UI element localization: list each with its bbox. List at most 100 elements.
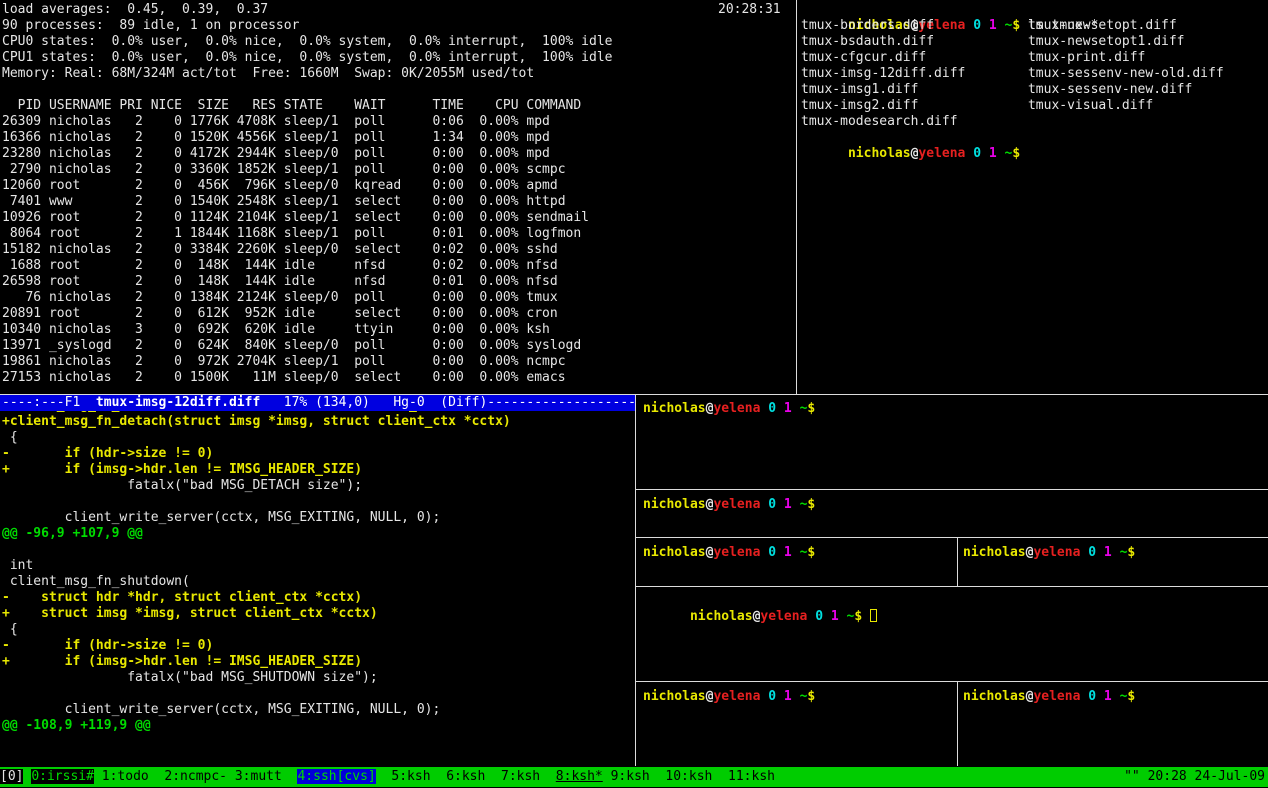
process-row: 10926 root 2 0 1124K 2104K sleep/1 selec… bbox=[2, 210, 589, 226]
prompt-segment: 0 bbox=[768, 545, 776, 560]
process-row: 20891 root 2 0 612K 952K idle select 0:0… bbox=[2, 306, 589, 322]
prompt-segment bbox=[1112, 689, 1120, 704]
status-segment bbox=[376, 769, 392, 784]
status-segment bbox=[603, 769, 611, 784]
process-row: 15182 nicholas 2 0 3384K 2260K sleep/0 s… bbox=[2, 242, 589, 258]
pane-shell-e-active[interactable]: nicholas@yelena 0 1 ~$ bbox=[636, 587, 1268, 681]
prompt-segment: yelena bbox=[760, 609, 807, 624]
status-segment bbox=[650, 769, 666, 784]
diff-line: @@ -108,9 +119,9 @@ bbox=[2, 718, 511, 734]
shell-prompt: nicholas@yelena 0 1 ~$ bbox=[643, 545, 815, 561]
diff-line: +client_msg_fn_detach(struct imsg *imsg,… bbox=[2, 414, 511, 430]
window-item-8-ksh-current[interactable]: 8:ksh* bbox=[556, 769, 603, 784]
ls-output-line: tmux-modesearch.diff bbox=[801, 114, 1224, 130]
emacs-modeline: ----:---F1 tmux-imsg-12diff.diff 17% (13… bbox=[0, 395, 635, 411]
status-segment bbox=[431, 769, 447, 784]
prompt-segment bbox=[776, 401, 784, 416]
window-item-10-ksh[interactable]: 10:ksh bbox=[665, 769, 712, 784]
pane-shell-c[interactable]: nicholas@yelena 0 1 ~$ bbox=[636, 538, 957, 586]
window-item-1-todo[interactable]: 1:todo bbox=[102, 769, 149, 784]
window-list: [0] 0:irssi# 1:todo 2:ncmpc- 3:mutt 4:ss… bbox=[0, 767, 775, 787]
diff-line: client_msg_fn_shutdown( bbox=[2, 574, 511, 590]
pane-shell-g[interactable]: nicholas@yelena 0 1 ~$ bbox=[958, 682, 1268, 766]
process-row: 26309 nicholas 2 0 1776K 4708K sleep/1 p… bbox=[2, 114, 589, 130]
prompt-segment bbox=[823, 609, 831, 624]
prompt-segment bbox=[1096, 689, 1104, 704]
prompt-segment: yelena bbox=[918, 146, 965, 161]
process-row: 12060 root 2 0 456K 796K sleep/0 kqread … bbox=[2, 178, 589, 194]
terminal-cursor bbox=[870, 609, 877, 622]
prompt-segment: nicholas bbox=[643, 545, 706, 560]
shell-prompt: nicholas@yelena 0 1 ~$ bbox=[848, 146, 1020, 161]
process-row: 8064 root 2 1 1844K 1168K sleep/1 poll 0… bbox=[2, 226, 589, 242]
process-table-header: PID USERNAME PRI NICE SIZE RES STATE WAI… bbox=[2, 98, 581, 114]
shell-prompt: nicholas@yelena 0 1 ~$ bbox=[963, 689, 1135, 705]
window-item-7-ksh[interactable]: 7:ksh bbox=[501, 769, 540, 784]
prompt-segment: $ bbox=[807, 545, 815, 560]
prompt-segment: $ bbox=[1127, 689, 1135, 704]
window-item-9-ksh[interactable]: 9:ksh bbox=[611, 769, 650, 784]
prompt-segment bbox=[792, 689, 800, 704]
prompt-segment: 1 bbox=[784, 545, 792, 560]
prompt-segment: $ bbox=[854, 609, 862, 624]
prompt-segment: $ bbox=[807, 497, 815, 512]
window-item-0-irssi[interactable]: 0:irssi# bbox=[31, 769, 94, 784]
prompt-segment: 0 bbox=[768, 689, 776, 704]
ls-output-line: tmux-borders.diff tmux-newsetopt.diff bbox=[801, 18, 1224, 34]
prompt-segment bbox=[792, 545, 800, 560]
process-table: 26309 nicholas 2 0 1776K 4708K sleep/1 p… bbox=[2, 114, 589, 386]
top-summary-line: CPU1 states: 0.0% user, 0.0% nice, 0.0% … bbox=[2, 50, 612, 66]
prompt-segment: 0 bbox=[768, 497, 776, 512]
prompt-segment: yelena bbox=[713, 689, 760, 704]
ls-output-line: tmux-imsg-12diff.diff tmux-sessenv-new-o… bbox=[801, 66, 1224, 82]
prompt-segment bbox=[1096, 545, 1104, 560]
prompt-segment bbox=[981, 146, 989, 161]
pane-emacs[interactable]: -client_msg_fn_detach(struct hdr *hdr, s… bbox=[0, 395, 635, 766]
status-segment bbox=[540, 769, 556, 784]
pane-shell-ls[interactable]: nicholas@yelena 0 1 ~$ ls tmux-* tmux-bo… bbox=[797, 0, 1268, 394]
window-item-3-mutt[interactable]: 3:mutt bbox=[235, 769, 282, 784]
diff-line: fatalx("bad MSG_SHUTDOWN size"); bbox=[2, 670, 511, 686]
ls-output: tmux-borders.diff tmux-newsetopt.diff tmu… bbox=[801, 18, 1224, 130]
prompt-segment bbox=[776, 689, 784, 704]
prompt-segment: 1 bbox=[989, 146, 997, 161]
ls-output-line: tmux-imsg1.diff tmux-sessenv-new.diff bbox=[801, 82, 1224, 98]
process-row: 2790 nicholas 2 0 3360K 1852K sleep/1 po… bbox=[2, 162, 589, 178]
window-item-2-ncmpc[interactable]: 2:ncmpc- bbox=[164, 769, 227, 784]
prompt-segment: nicholas bbox=[848, 146, 911, 161]
prompt-segment: $ bbox=[1127, 545, 1135, 560]
pane-shell-a[interactable]: nicholas@yelena 0 1 ~$ bbox=[636, 395, 1268, 489]
process-row: 7401 www 2 0 1540K 2548K sleep/1 select … bbox=[2, 194, 589, 210]
prompt-segment: $ bbox=[1012, 146, 1020, 161]
prompt-segment: yelena bbox=[713, 545, 760, 560]
prompt-segment bbox=[1112, 545, 1120, 560]
pane-top-command[interactable]: load averages: 0.45, 0.39, 0.3790 proces… bbox=[0, 0, 796, 394]
window-item-6-ksh[interactable]: 6:ksh bbox=[446, 769, 485, 784]
pane-border-vertical-top bbox=[796, 0, 797, 394]
prompt-segment: nicholas bbox=[643, 401, 706, 416]
diff-line bbox=[2, 494, 511, 510]
pane-shell-d[interactable]: nicholas@yelena 0 1 ~$ bbox=[958, 538, 1268, 586]
prompt-segment bbox=[776, 545, 784, 560]
pane-shell-b[interactable]: nicholas@yelena 0 1 ~$ bbox=[636, 490, 1268, 537]
window-item-11-ksh[interactable]: 11:ksh bbox=[728, 769, 775, 784]
shell-prompt: nicholas@yelena 0 1 ~$ bbox=[643, 689, 815, 705]
diff-line: - struct hdr *hdr, struct client_ctx *cc… bbox=[2, 590, 511, 606]
status-segment bbox=[149, 769, 165, 784]
process-row: 10340 nicholas 3 0 692K 620K idle ttyin … bbox=[2, 322, 589, 338]
emacs-buffer: -client_msg_fn_detach(struct hdr *hdr, s… bbox=[2, 398, 511, 734]
top-summary-line: Memory: Real: 68M/324M act/tot Free: 166… bbox=[2, 66, 612, 82]
prompt-segment: nicholas bbox=[963, 689, 1026, 704]
prompt-segment: yelena bbox=[713, 497, 760, 512]
prompt-segment: $ bbox=[807, 689, 815, 704]
pane-shell-f[interactable]: nicholas@yelena 0 1 ~$ bbox=[636, 682, 957, 766]
top-summary-line: load averages: 0.45, 0.39, 0.37 bbox=[2, 2, 612, 18]
window-item-4-ssh[interactable]: 4:ssh[cvs] bbox=[297, 769, 375, 784]
window-item-5-ksh[interactable]: 5:ksh bbox=[391, 769, 430, 784]
prompt-segment: 1 bbox=[784, 401, 792, 416]
diff-line: + if (imsg->hdr.len != IMSG_HEADER_SIZE) bbox=[2, 654, 511, 670]
prompt-segment: 0 bbox=[768, 401, 776, 416]
prompt-segment: 1 bbox=[1104, 545, 1112, 560]
prompt-line: nicholas@yelena 0 1 ~$ bbox=[643, 593, 877, 641]
process-row: 16366 nicholas 2 0 1520K 4556K sleep/1 p… bbox=[2, 130, 589, 146]
